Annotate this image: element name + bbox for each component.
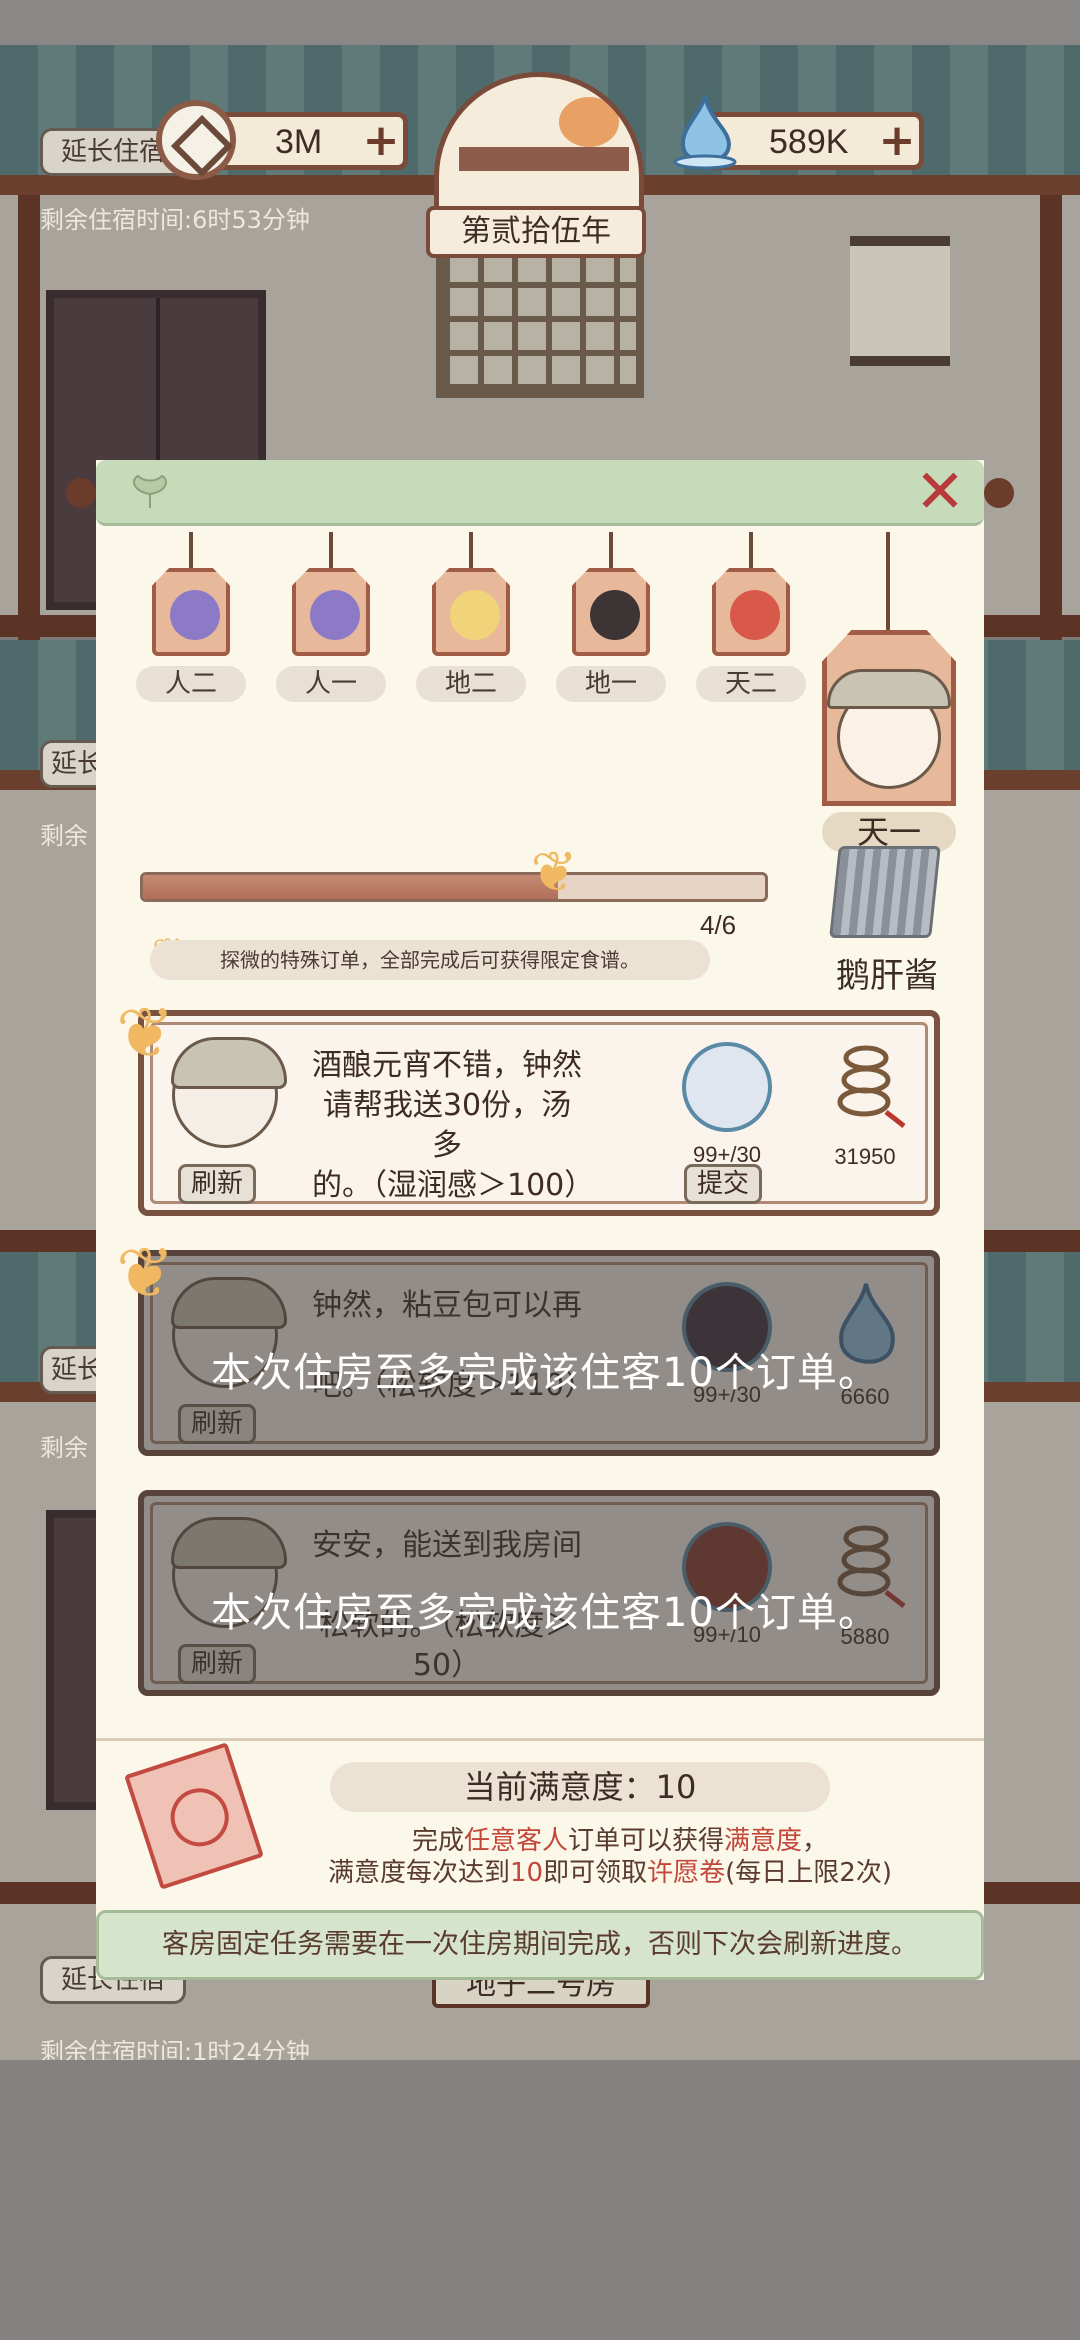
guest-tag[interactable] [292, 568, 370, 656]
red-hair-character-icon [730, 590, 780, 640]
rule-highlight: 10 [510, 1858, 544, 1888]
coin-amount: 3M [275, 123, 323, 161]
rule-text: (每日上限2次) [725, 1858, 892, 1888]
order-card: 酒酿元宵不错，钟然 请帮我送30份，汤多 的。（湿润感＞100） 99+/30 3195… [138, 1010, 940, 1216]
pavilion-icon [459, 147, 629, 171]
dish-icon [682, 1042, 772, 1132]
guest-tag[interactable] [432, 568, 510, 656]
guest-tag-label: 人二 [136, 666, 246, 702]
rule-text: 满意度每次达到 [328, 1858, 511, 1888]
remaining-stay-time: 剩余住宿时间:6时53分钟 [40, 206, 310, 234]
rod-knob [66, 478, 96, 508]
purple-bun-icon [310, 590, 360, 640]
bamboo-hat-icon [827, 669, 951, 709]
guest-tag-label: 地一 [556, 666, 666, 702]
order-request-text: 酒酿元宵不错，钟然请帮我送30份，汤多的。（湿润感＞100） [312, 1046, 595, 1206]
add-jade-button[interactable]: + [877, 119, 917, 163]
guest-tag-label: 天二 [696, 666, 806, 702]
remaining-stay-time: 剩余 [40, 1434, 88, 1462]
sun-icon [559, 97, 619, 147]
reward-amount: 31950 [834, 1144, 896, 1169]
tag-string [749, 532, 753, 572]
bottom-blank-area [0, 2060, 1080, 2340]
order-limit-notice: 本次住房至多完成该住客10个订单。 [211, 1590, 879, 1636]
butterfly-icon: ❦ [116, 992, 175, 1074]
dialog-header-rod [96, 460, 984, 526]
order-request-line: 请帮我送30份，汤多 [322, 1088, 572, 1163]
guest-tag-label: 地二 [416, 666, 526, 702]
tag-string [609, 532, 613, 572]
guest-tag-selected[interactable] [822, 630, 956, 806]
limited-recipe-name: 鹅肝酱 [836, 956, 938, 996]
guest-tag[interactable] [152, 568, 230, 656]
guest-tag[interactable] [712, 568, 790, 656]
butterfly-marker-icon: ❦ [530, 840, 578, 905]
tag-string [329, 532, 333, 572]
order-card: 安安，能送到我房间松软的。（松软度＞50）99+/105880刷新本次住房至多完… [138, 1490, 940, 1696]
copper-coin-string-icon [837, 1045, 906, 1128]
order-request-line: 酒酿元宵不错，钟然 [312, 1048, 582, 1083]
special-order-hint: 探微的特殊订单，全部完成后可获得限定食谱。 [150, 940, 710, 980]
tag-string [886, 532, 890, 632]
tag-string [469, 532, 473, 572]
submit-order-button[interactable]: 提交 [684, 1164, 763, 1204]
progress-count: 4/6 [700, 910, 737, 940]
special-order-progress [140, 872, 768, 902]
close-icon[interactable]: ✕ [912, 462, 968, 522]
status-bar-area [0, 0, 1080, 45]
butterfly-icon: ❦ [116, 1232, 175, 1314]
remaining-stay-time: 剩余 [40, 822, 88, 850]
remaining-stay-time: 剩余住宿时间:1时24分钟 [40, 2038, 310, 2060]
jade-drop-icon [673, 95, 737, 170]
recipe-scroll-icon[interactable] [829, 846, 941, 938]
rule-highlight: 许愿卷 [647, 1858, 726, 1888]
add-coins-button[interactable]: + [361, 119, 401, 163]
jade-amount: 589K [769, 123, 849, 161]
rule-text: 即可领取 [543, 1858, 648, 1888]
guest-tag-label: 人一 [276, 666, 386, 702]
wall-scroll-painting [850, 236, 950, 366]
dark-hair-character-icon [590, 590, 640, 640]
satisfaction-rule-line2: 满意度每次达到10即可领取许愿卷(每日上限2次) [240, 1852, 980, 1889]
lattice-window [436, 248, 644, 398]
tag-string [189, 532, 193, 572]
blonde-character-icon [450, 590, 500, 640]
year-indicator: 第贰拾伍年 [426, 206, 646, 258]
ginkgo-leaf-icon [133, 474, 167, 508]
order-request-line: 的。（湿润感＞100） [312, 1168, 595, 1203]
satisfaction-title: 当前满意度：10 [330, 1762, 830, 1812]
guest-avatar [171, 1037, 287, 1148]
progress-fill [143, 875, 558, 899]
copper-coin-icon [156, 100, 236, 180]
order-card: 钟然，粘豆包可以再吧。（松软度＞110）99+/306660刷新本次住房至多完成… [138, 1250, 940, 1456]
order-limit-notice: 本次住房至多完成该住客10个订单。 [211, 1350, 879, 1396]
refresh-order-button[interactable]: 刷新 [178, 1164, 257, 1204]
room-task-footer: 客房固定任务需要在一次住房期间完成，否则下次会刷新进度。 [96, 1910, 984, 1980]
rod-knob [984, 478, 1014, 508]
game-screen: 延长住宿 剩余住宿时间:6时53分钟 房 延长 剩余 延长 剩余 延长住宿 地子… [0, 0, 1080, 2340]
purple-bun-icon [170, 590, 220, 640]
guest-tag[interactable] [572, 568, 650, 656]
